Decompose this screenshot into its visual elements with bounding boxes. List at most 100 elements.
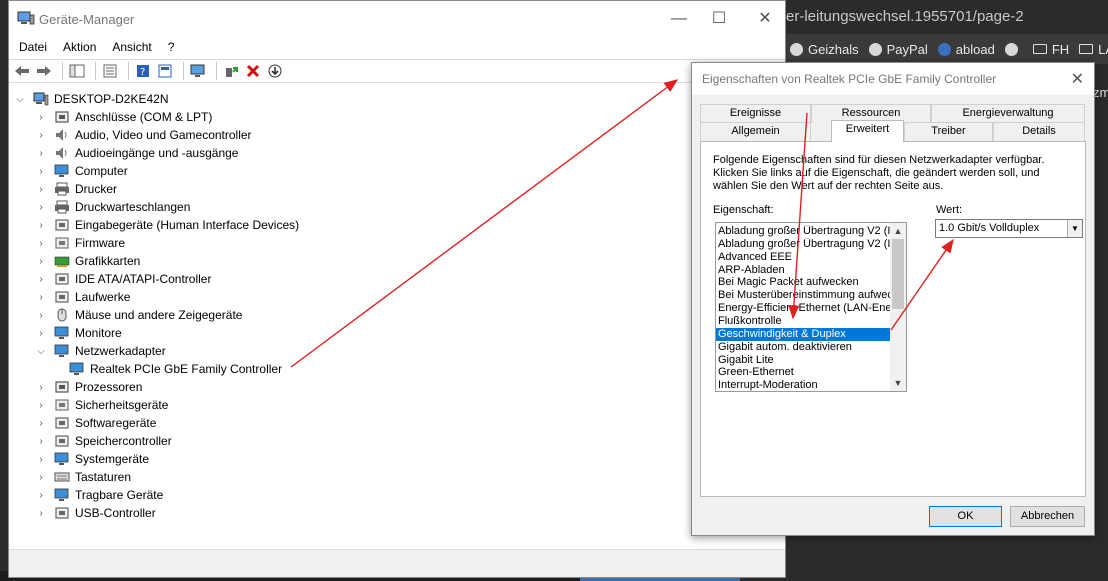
tree-category-item[interactable]: › Laufwerke [36, 288, 130, 306]
tree-category-item[interactable]: › Tragbare Geräte [36, 486, 163, 504]
tree-category-item[interactable]: › Anschlüsse (COM & LPT) [36, 108, 212, 126]
cancel-button[interactable]: Abbrechen [1010, 506, 1085, 527]
chevron-right-icon[interactable]: › [36, 454, 46, 465]
show-hide-tree-button[interactable] [68, 62, 86, 80]
chevron-right-icon[interactable]: › [36, 166, 46, 177]
chevron-right-icon[interactable]: › [36, 184, 46, 195]
bookmark-paypal[interactable]: PayPal [868, 42, 928, 57]
bookmark-fh[interactable]: FH [1032, 42, 1069, 57]
tree-category-item[interactable]: › USB-Controller [36, 504, 155, 522]
tree-category-item[interactable]: › Sicherheitsgeräte [36, 396, 168, 414]
tree-category-item[interactable]: › Eingabegeräte (Human Interface Devices) [36, 216, 299, 234]
chevron-right-icon[interactable]: › [36, 274, 46, 285]
dialog-close-button[interactable]: ✕ [1071, 69, 1084, 89]
view-button[interactable] [156, 62, 174, 80]
value-select[interactable]: 1.0 Gbit/s Vollduplex ▼ [935, 219, 1083, 238]
scroll-down-icon[interactable]: ▼ [890, 375, 906, 391]
menu-help[interactable]: ? [160, 40, 183, 54]
chevron-right-icon[interactable]: › [36, 238, 46, 249]
property-scrollbar[interactable]: ▲ ▼ [890, 223, 906, 391]
tree-category-item[interactable]: › Firmware [36, 234, 125, 252]
chevron-right-icon[interactable]: › [36, 418, 46, 429]
download-button[interactable] [266, 62, 284, 80]
property-list-item[interactable]: Abladung großer Übertragung V2 (IP [716, 238, 891, 251]
property-list-item[interactable]: Flußkontrolle [716, 315, 891, 328]
maximize-button[interactable]: ☐ [707, 9, 731, 29]
property-list-item[interactable]: ARP-Abladen [716, 264, 891, 277]
minimize-button[interactable]: — [667, 9, 691, 29]
update-driver-button[interactable] [222, 62, 240, 80]
menu-aktion[interactable]: Aktion [55, 40, 104, 54]
forward-button[interactable] [35, 62, 53, 80]
tree-category-item[interactable]: › Systemgeräte [36, 450, 149, 468]
chevron-right-icon[interactable]: › [36, 400, 46, 411]
chevron-down-icon[interactable]: ⌵ [36, 346, 46, 357]
tree-category-item[interactable]: › Softwaregeräte [36, 414, 156, 432]
chevron-right-icon[interactable]: › [36, 328, 46, 339]
tab-erweitert[interactable]: Erweitert [831, 120, 904, 142]
tree-category-item[interactable]: › Grafikkarten [36, 252, 140, 270]
chevron-right-icon[interactable]: › [36, 310, 46, 321]
bookmark-github[interactable] [1004, 42, 1023, 56]
chevron-right-icon[interactable]: › [36, 472, 46, 483]
property-list-item[interactable]: Green-Ethernet [716, 366, 891, 379]
bookmark-geizhals[interactable]: Geizhals [790, 42, 859, 57]
property-list-item[interactable]: Bei Magic Packet aufwecken [716, 276, 891, 289]
chevron-right-icon[interactable]: › [36, 112, 46, 123]
chevron-down-icon[interactable]: ⌵ [15, 94, 25, 105]
dialog-title-bar[interactable]: Eigenschaften von Realtek PCIe GbE Famil… [692, 63, 1094, 95]
chevron-right-icon[interactable]: › [36, 382, 46, 393]
back-button[interactable] [13, 62, 31, 80]
tab-details[interactable]: Details [993, 122, 1085, 141]
chevron-down-icon[interactable]: ▼ [1067, 220, 1082, 237]
property-list-item[interactable]: Bei Musterübereinstimmung aufweck [716, 289, 891, 302]
tree-category-item[interactable]: › Audio, Video und Gamecontroller [36, 126, 251, 144]
property-listbox[interactable]: Abladung großer Übertragung V2 (IP Abladu… [715, 222, 907, 392]
tree-root[interactable]: ⌵ DESKTOP-D2KE42N [15, 90, 168, 108]
tree-category-item[interactable]: › Prozessoren [36, 378, 142, 396]
title-bar[interactable]: Geräte-Manager — ☐ ✕ [9, 1, 785, 37]
tree-category-item[interactable]: ⌵ Netzwerkadapter [36, 342, 166, 360]
close-button[interactable]: ✕ [753, 9, 777, 29]
property-list-item[interactable]: Gigabit Lite [716, 354, 891, 367]
menu-datei[interactable]: Datei [11, 40, 55, 54]
tree-category-item[interactable]: › Computer [36, 162, 127, 180]
bookmark-abload[interactable]: abload [937, 42, 995, 57]
browser-url[interactable]: er-leitungswechsel.1955701/page-2 [786, 0, 1108, 34]
tree-category-item[interactable]: › Monitore [36, 324, 121, 342]
scroll-up-icon[interactable]: ▲ [890, 223, 906, 239]
tree-category-item[interactable]: › IDE ATA/ATAPI-Controller [36, 270, 211, 288]
menu-ansicht[interactable]: Ansicht [104, 40, 159, 54]
chevron-right-icon[interactable]: › [36, 490, 46, 501]
chevron-right-icon[interactable]: › [36, 256, 46, 267]
property-list-item[interactable]: Advanced EEE [716, 251, 891, 264]
tree-category-item[interactable]: › Drucker [36, 180, 117, 198]
tab-ereignisse[interactable]: Ereignisse [700, 104, 811, 123]
help-button[interactable]: ? [134, 62, 152, 80]
properties-button[interactable] [101, 62, 119, 80]
property-list-item[interactable]: Gigabit autom. deaktivieren [716, 341, 891, 354]
property-list-item[interactable]: Geschwindigkeit & Duplex [716, 327, 891, 341]
tree-category-item[interactable]: › Tastaturen [36, 468, 131, 486]
chevron-right-icon[interactable]: › [36, 202, 46, 213]
property-list-item[interactable]: Abladung großer Übertragung V2 (IP [716, 225, 891, 238]
property-list-item[interactable]: Interrupt-Moderation [716, 379, 891, 391]
chevron-right-icon[interactable]: › [36, 130, 46, 141]
tab-treiber[interactable]: Treiber [904, 122, 993, 141]
tree-category-item[interactable]: › Druckwarteschlangen [36, 198, 190, 216]
tree-category-item[interactable]: › Speichercontroller [36, 432, 171, 450]
chevron-right-icon[interactable]: › [36, 220, 46, 231]
chevron-right-icon[interactable]: › [36, 436, 46, 447]
chevron-right-icon[interactable]: › [36, 508, 46, 519]
scan-hardware-button[interactable] [189, 62, 207, 80]
tree-device-item[interactable]: Realtek PCIe GbE Family Controller [69, 360, 282, 378]
tab-allgemein[interactable]: Allgemein [700, 122, 811, 141]
uninstall-button[interactable] [244, 62, 262, 80]
property-list-item[interactable]: Energy-Efficient Ethernet (LAN-Energ [716, 302, 891, 315]
chevron-right-icon[interactable]: › [36, 148, 46, 159]
ok-button[interactable]: OK [929, 506, 1002, 527]
bookmark-lan[interactable]: LAN [1079, 42, 1108, 57]
chevron-right-icon[interactable]: › [36, 292, 46, 303]
tab-energieverwaltung[interactable]: Energieverwaltung [931, 104, 1085, 123]
tree-category-item[interactable]: › Audioeingänge und -ausgänge [36, 144, 238, 162]
